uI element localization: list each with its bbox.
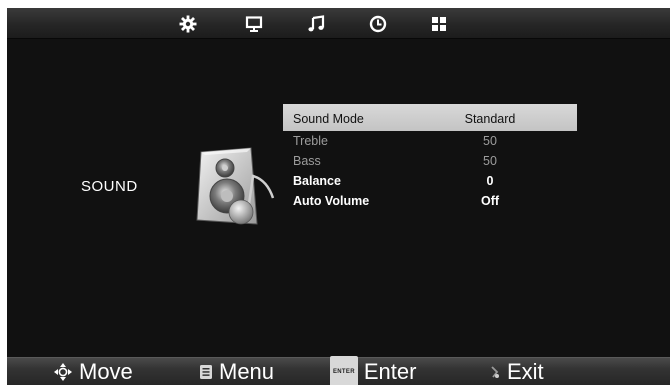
menu-item-label: Auto Volume xyxy=(293,194,370,208)
menu-item-value: Off xyxy=(480,194,500,208)
exit-icon xyxy=(491,366,499,378)
tab-picture[interactable] xyxy=(243,13,265,35)
menu-item-sound-mode[interactable]: Sound Mode Standard xyxy=(283,104,577,131)
clock-icon xyxy=(369,15,387,33)
monitor-icon xyxy=(245,16,263,32)
sound-settings-menu: Sound Mode Standard Treble 50 Bass 50 Ba… xyxy=(283,104,577,211)
speaker-icon xyxy=(196,147,275,225)
menu-item-auto-volume[interactable]: Auto Volume Off xyxy=(283,191,577,211)
grid-icon xyxy=(432,17,446,31)
menu-item-value: 50 xyxy=(483,154,497,168)
hint-enter: ENTER Enter xyxy=(330,356,417,385)
hint-enter-label: Enter xyxy=(363,359,417,384)
hint-move-label: Move xyxy=(79,359,133,384)
menu-item-treble[interactable]: Treble 50 xyxy=(283,131,577,151)
menu-icon xyxy=(200,365,212,379)
hint-menu: Menu xyxy=(199,358,274,385)
hint-move: Move xyxy=(53,358,133,385)
tab-setup[interactable] xyxy=(428,13,450,35)
key-hint-bar: Move Menu ENTER Enter Exit xyxy=(7,356,670,385)
music-note-icon xyxy=(308,15,325,32)
enter-key-icon: ENTER xyxy=(330,356,358,385)
tab-settings[interactable] xyxy=(177,13,199,35)
section-title: SOUND xyxy=(81,178,138,195)
menu-tab-bar xyxy=(7,8,670,39)
menu-item-balance[interactable]: Balance 0 xyxy=(283,171,577,191)
hint-menu-label: Menu xyxy=(219,359,275,384)
menu-item-label: Balance xyxy=(293,174,341,188)
hint-exit: Exit xyxy=(489,358,544,385)
hint-exit-label: Exit xyxy=(507,359,544,384)
osd-screen: SOUND Sound Mode Standard Treble 50 Bass… xyxy=(7,8,670,385)
menu-item-label: Bass xyxy=(293,154,321,168)
menu-item-bass[interactable]: Bass 50 xyxy=(283,151,577,171)
menu-item-value: 0 xyxy=(486,174,494,188)
gear-icon xyxy=(179,15,197,33)
move-arrows-icon xyxy=(54,363,72,381)
tab-time[interactable] xyxy=(367,13,389,35)
tab-sound[interactable] xyxy=(305,13,327,35)
menu-item-value: 50 xyxy=(483,134,497,148)
menu-item-label: Treble xyxy=(293,134,328,148)
